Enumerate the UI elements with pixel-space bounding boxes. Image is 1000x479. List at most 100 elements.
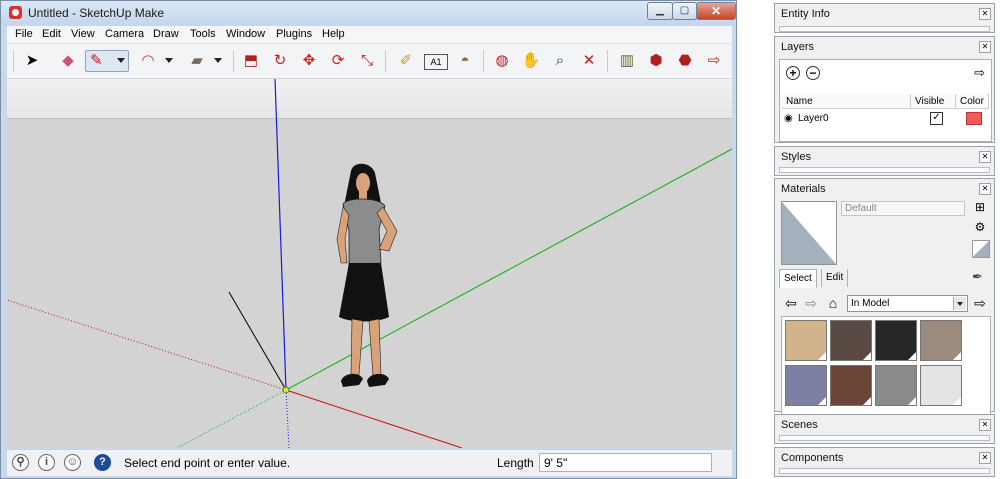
eyedropper-icon[interactable]: ✒ (972, 269, 983, 285)
arc-tool-icon[interactable]: ◠ (137, 50, 159, 72)
scale-tool-icon[interactable]: ⤡ (356, 50, 378, 72)
materials-close-icon[interactable]: ✕ (979, 183, 991, 195)
styles-panel: Styles ✕ (774, 146, 995, 176)
material-swatch[interactable] (830, 365, 872, 406)
layers-close-icon[interactable]: ✕ (979, 41, 991, 53)
menu-tools[interactable]: Tools (190, 28, 216, 40)
material-swatch[interactable] (875, 320, 917, 361)
material-swatch[interactable] (875, 365, 917, 406)
maximize-button[interactable]: ▢ (672, 2, 697, 20)
tab-select[interactable]: Select (779, 269, 817, 288)
extension-tool-icon[interactable]: ⇨ (703, 50, 725, 72)
forward-arrow-icon[interactable]: ⇨ (803, 295, 819, 311)
rotate-tool-icon[interactable]: ⟳ (327, 50, 349, 72)
entity-info-close-icon[interactable]: ✕ (979, 8, 991, 20)
home-icon[interactable]: ⌂ (825, 295, 841, 311)
close-button[interactable]: ✕ (696, 2, 736, 20)
menu-help[interactable]: Help (322, 28, 345, 40)
material-name-field[interactable]: Default (841, 201, 965, 216)
red-axis-negative (7, 299, 287, 391)
styles-collapse-bar[interactable] (779, 167, 990, 173)
green-axis-negative (176, 389, 287, 448)
rectangle-tool-dropdown-icon[interactable] (214, 58, 222, 63)
components-collapse-bar[interactable] (779, 468, 990, 474)
title-bar[interactable]: Untitled - SketchUp Make ▁ ▢ ✕ (1, 1, 736, 25)
entity-info-collapse-bar[interactable] (779, 26, 990, 32)
add-layer-icon[interactable]: + (786, 66, 800, 80)
menu-draw[interactable]: Draw (153, 28, 179, 40)
zoom-extents-tool-icon[interactable]: ✕ (578, 50, 600, 72)
select-tool-icon[interactable]: ➤ (21, 50, 43, 72)
status-bar: ⚲ i ☺ ? Select end point or enter value.… (7, 449, 732, 476)
entity-info-title[interactable]: Entity Info (781, 8, 830, 20)
layer-row[interactable]: ◉ Layer0 ✓ (782, 112, 989, 127)
layers-col-visible[interactable]: Visible (911, 94, 956, 109)
material-swatch[interactable] (785, 365, 827, 406)
layer-visible-checkbox[interactable]: ✓ (930, 112, 943, 125)
styles-title[interactable]: Styles (781, 151, 811, 163)
material-swatch[interactable] (920, 365, 962, 406)
window-title: Untitled - SketchUp Make (28, 6, 165, 20)
back-arrow-icon[interactable]: ⇦ (783, 295, 799, 311)
menu-file[interactable]: File (15, 28, 33, 40)
zoom-tool-icon[interactable]: ⌕ (549, 50, 571, 72)
line-tool-dropdown-icon[interactable] (117, 58, 125, 63)
model-scene[interactable] (7, 79, 732, 448)
layers-col-color[interactable]: Color (956, 94, 989, 109)
push-pull-tool-icon[interactable]: ⬒ (240, 50, 262, 72)
pan-tool-icon[interactable]: ✋ (520, 50, 542, 72)
credits-icon[interactable]: i (38, 454, 55, 471)
tape-measure-tool-icon[interactable]: ✐ (395, 50, 417, 72)
origin-endpoint-marker (282, 386, 290, 394)
move-tool-icon[interactable]: ✥ (298, 50, 320, 72)
get-models-tool-icon[interactable]: ⬣ (674, 50, 696, 72)
create-material-icon[interactable]: ⊞ (972, 199, 988, 215)
person-figure[interactable] (336, 163, 398, 387)
components-title[interactable]: Components (781, 452, 843, 464)
paint-bucket-tool-icon[interactable]: ◓ (454, 50, 476, 72)
layers-col-name[interactable]: Name (782, 94, 911, 109)
menu-window[interactable]: Window (226, 28, 265, 40)
scenes-title[interactable]: Scenes (781, 419, 818, 431)
text-tool-icon[interactable]: A1 (424, 54, 448, 70)
rectangle-tool-icon[interactable]: ▰ (186, 50, 208, 72)
warehouse-tool-icon[interactable]: ▥ (616, 50, 638, 72)
tab-edit[interactable]: Edit (821, 269, 849, 287)
menu-camera[interactable]: Camera (105, 28, 144, 40)
minimize-button[interactable]: ▁ (647, 2, 673, 20)
material-swatch[interactable] (920, 320, 962, 361)
active-layer-radio-icon[interactable]: ◉ (784, 113, 793, 124)
default-material-icon[interactable] (972, 240, 990, 258)
measurements-input[interactable] (539, 453, 712, 472)
orbit-tool-icon[interactable]: ◍ (491, 50, 513, 72)
user-account-icon[interactable]: ☺ (64, 454, 81, 471)
scenes-close-icon[interactable]: ✕ (979, 419, 991, 431)
layers-title[interactable]: Layers (781, 41, 814, 53)
layer-color-swatch[interactable] (966, 112, 982, 125)
components-close-icon[interactable]: ✕ (979, 452, 991, 464)
layers-details-icon[interactable]: ⇨ (974, 65, 985, 81)
blue-axis-negative (285, 389, 290, 448)
geo-location-icon[interactable]: ⚲ (12, 454, 29, 471)
share-model-tool-icon[interactable]: ⬢ (645, 50, 667, 72)
details-arrow-icon[interactable]: ⇨ (972, 295, 988, 311)
remove-layer-icon[interactable]: − (806, 66, 820, 80)
eraser-tool-icon[interactable]: ◆ (57, 50, 79, 72)
3d-viewport[interactable] (7, 79, 732, 448)
arc-tool-dropdown-icon[interactable] (165, 58, 173, 63)
material-swatch[interactable] (830, 320, 872, 361)
chevron-down-icon[interactable] (953, 297, 966, 310)
menu-edit[interactable]: Edit (42, 28, 61, 40)
styles-close-icon[interactable]: ✕ (979, 151, 991, 163)
materials-title[interactable]: Materials (781, 183, 826, 195)
material-swatch[interactable] (785, 320, 827, 361)
material-collection-select[interactable]: In Model (847, 295, 968, 312)
sketchup-logo-icon (9, 6, 22, 19)
sketchup-window: Untitled - SketchUp Make ▁ ▢ ✕ File Edit… (0, 0, 737, 479)
scenes-collapse-bar[interactable] (779, 435, 990, 441)
sample-paint-icon[interactable]: ⚙ (972, 219, 988, 235)
follow-me-tool-icon[interactable]: ↻ (269, 50, 291, 72)
menu-plugins[interactable]: Plugins (276, 28, 312, 40)
help-icon[interactable]: ? (94, 454, 111, 471)
menu-view[interactable]: View (71, 28, 95, 40)
